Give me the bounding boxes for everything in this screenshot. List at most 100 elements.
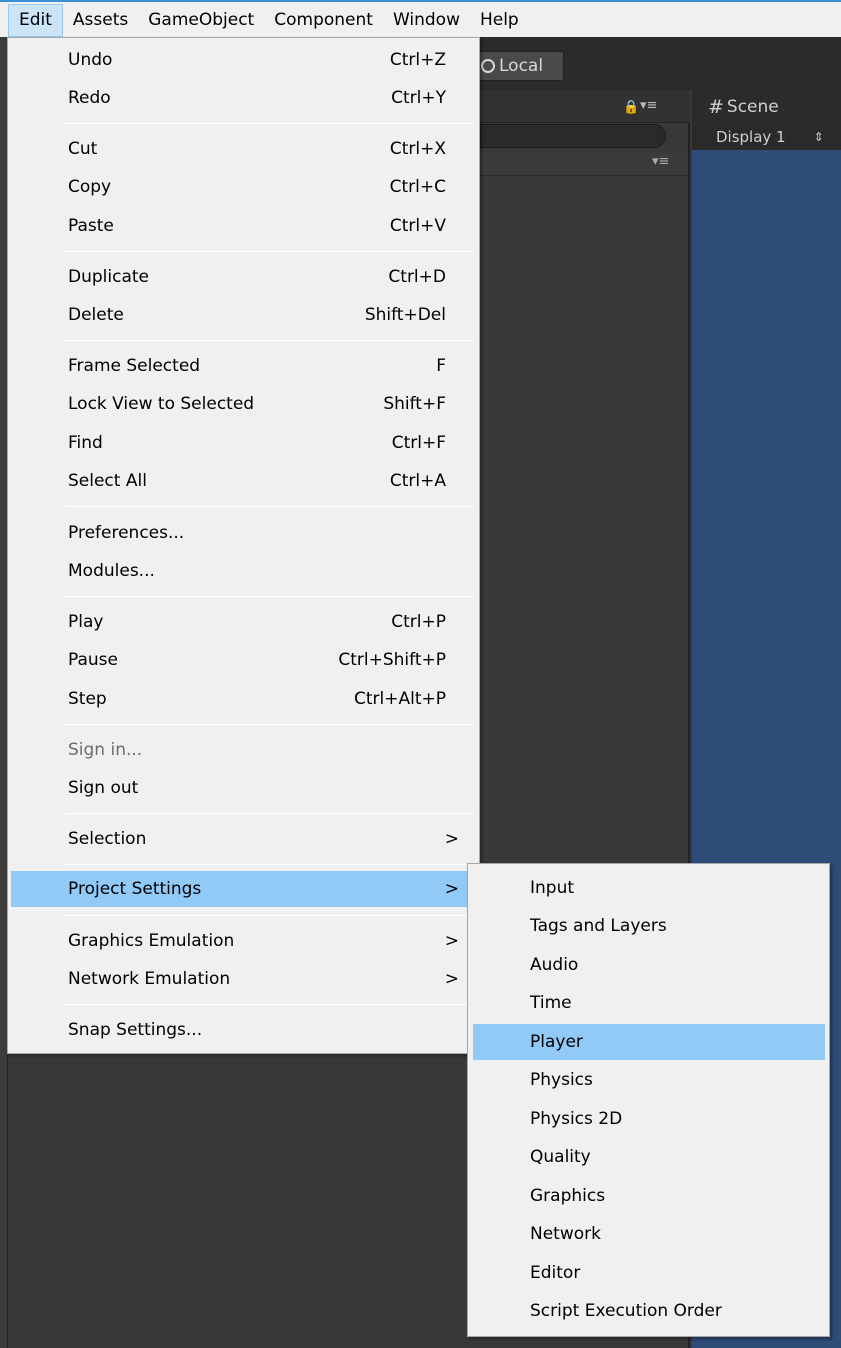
menu-item-snap-settings[interactable]: Snap Settings... — [11, 1012, 476, 1048]
submenu-item-label: Audio — [530, 955, 579, 975]
menu-item-label: Sign in... — [68, 740, 143, 760]
local-label: Local — [499, 56, 544, 76]
submenu-item-player[interactable]: Player — [473, 1024, 825, 1060]
submenu-item-editor[interactable]: Editor — [473, 1255, 825, 1291]
menu-item-label: Frame Selected — [68, 356, 201, 376]
menu-item-shortcut: Ctrl+X — [389, 139, 446, 159]
display-label: Display 1 — [716, 128, 786, 146]
menu-item-label: Step — [68, 689, 107, 709]
scene-grid-icon: # — [708, 96, 724, 118]
submenu-item-physics[interactable]: Physics — [473, 1062, 825, 1098]
submenu-item-script-execution-order[interactable]: Script Execution Order — [473, 1293, 825, 1329]
submenu-item-label: Editor — [530, 1263, 581, 1283]
menu-item-frame-selected[interactable]: Frame Selected F — [11, 348, 476, 384]
menu-item-project-settings[interactable]: Project Settings > — [11, 871, 476, 907]
menu-separator — [65, 123, 473, 124]
chevron-right-icon: > — [444, 879, 459, 899]
menu-item-label: Network Emulation — [68, 969, 231, 989]
submenu-item-tags-and-layers[interactable]: Tags and Layers — [473, 908, 825, 944]
menu-item-redo[interactable]: Redo Ctrl+Y — [11, 80, 476, 116]
panel-options-icon[interactable]: ▾≡ — [640, 98, 657, 113]
submenu-item-label: Network — [530, 1224, 601, 1244]
menu-item-shortcut: Ctrl+D — [388, 267, 446, 287]
menu-item-network-emulation[interactable]: Network Emulation > — [11, 961, 476, 997]
display-dropdown[interactable]: Display 1 ⇕ — [692, 124, 841, 150]
menu-item-label: Sign out — [68, 778, 139, 798]
menu-separator — [65, 340, 473, 341]
menu-separator — [65, 915, 473, 916]
menu-item-label: Redo — [68, 88, 111, 108]
dropdown-arrows-icon: ⇕ — [813, 130, 824, 144]
chevron-right-icon: > — [444, 969, 459, 989]
menu-item-select-all[interactable]: Select All Ctrl+A — [11, 463, 476, 499]
menu-item-delete[interactable]: Delete Shift+Del — [11, 297, 476, 333]
menu-item-label: Cut — [68, 139, 98, 159]
menu-item-selection[interactable]: Selection > — [11, 821, 476, 857]
submenu-item-quality[interactable]: Quality — [473, 1139, 825, 1175]
gear-icon — [481, 59, 495, 73]
menu-item-label: Delete — [68, 305, 124, 325]
project-settings-submenu: Input Tags and Layers Audio Time Player … — [467, 863, 830, 1337]
menu-separator — [65, 864, 473, 865]
menu-item-label: Preferences... — [68, 523, 185, 543]
menu-item-label: Play — [68, 612, 104, 632]
submenu-item-label: Script Execution Order — [530, 1301, 722, 1321]
menu-item-pause[interactable]: Pause Ctrl+Shift+P — [11, 642, 476, 678]
submenu-item-label: Physics 2D — [530, 1109, 623, 1129]
menu-item-shortcut: Ctrl+Alt+P — [353, 689, 446, 709]
menu-item-shortcut: Ctrl+Z — [389, 50, 446, 70]
submenu-item-audio[interactable]: Audio — [473, 947, 825, 983]
menu-help[interactable]: Help — [470, 3, 529, 36]
pivot-local-button[interactable]: Local — [474, 51, 564, 81]
menu-item-sign-in: Sign in... — [11, 732, 476, 768]
submenu-item-graphics[interactable]: Graphics — [473, 1178, 825, 1214]
menu-item-step[interactable]: Step Ctrl+Alt+P — [11, 681, 476, 717]
menu-item-duplicate[interactable]: Duplicate Ctrl+D — [11, 259, 476, 295]
menu-item-shortcut: Ctrl+Y — [391, 88, 446, 108]
menu-edit[interactable]: Edit — [8, 3, 63, 37]
menu-assets[interactable]: Assets — [63, 3, 138, 36]
menu-item-shortcut: Shift+Del — [364, 305, 446, 325]
menu-item-label: Lock View to Selected — [68, 394, 255, 414]
menu-item-cut[interactable]: Cut Ctrl+X — [11, 131, 476, 167]
menu-item-copy[interactable]: Copy Ctrl+C — [11, 169, 476, 205]
menu-item-shortcut: Shift+F — [383, 394, 446, 414]
menu-item-label: Graphics Emulation — [68, 931, 235, 951]
menu-item-modules[interactable]: Modules... — [11, 553, 476, 589]
menu-item-paste[interactable]: Paste Ctrl+V — [11, 208, 476, 244]
menu-item-play[interactable]: Play Ctrl+P — [11, 604, 476, 640]
menu-separator — [65, 1004, 473, 1005]
submenu-item-physics-2d[interactable]: Physics 2D — [473, 1101, 825, 1137]
hierarchy-search-input[interactable] — [480, 124, 666, 148]
lock-icon[interactable]: 🔒 — [623, 100, 639, 115]
menu-separator — [65, 813, 473, 814]
menu-item-undo[interactable]: Undo Ctrl+Z — [11, 42, 476, 78]
submenu-item-label: Quality — [530, 1147, 591, 1167]
menu-item-label: Select All — [68, 471, 147, 491]
menu-window[interactable]: Window — [383, 3, 470, 36]
menu-item-shortcut: Ctrl+A — [389, 471, 446, 491]
menu-item-label: Find — [68, 433, 103, 453]
menu-item-preferences[interactable]: Preferences... — [11, 515, 476, 551]
chevron-right-icon: > — [444, 931, 459, 951]
menu-item-shortcut: Ctrl+Shift+P — [338, 650, 446, 670]
menu-item-graphics-emulation[interactable]: Graphics Emulation > — [11, 923, 476, 959]
menu-item-lock-view[interactable]: Lock View to Selected Shift+F — [11, 386, 476, 422]
submenu-item-label: Tags and Layers — [530, 916, 667, 936]
submenu-item-input[interactable]: Input — [473, 870, 825, 906]
scene-options-icon[interactable]: ▾≡ — [652, 154, 669, 169]
submenu-item-time[interactable]: Time — [473, 985, 825, 1021]
menu-item-shortcut: F — [436, 356, 446, 376]
submenu-item-label: Player — [530, 1032, 583, 1052]
menu-item-find[interactable]: Find Ctrl+F — [11, 425, 476, 461]
hierarchy-scene-row[interactable]: ▾≡ — [480, 152, 688, 176]
menu-item-shortcut: Ctrl+V — [389, 216, 446, 236]
menu-item-label: Copy — [68, 177, 112, 197]
menu-item-sign-out[interactable]: Sign out — [11, 770, 476, 806]
menu-component[interactable]: Component — [264, 3, 383, 36]
submenu-item-network[interactable]: Network — [473, 1216, 825, 1252]
menu-item-shortcut: Ctrl+F — [391, 433, 446, 453]
menu-gameobject[interactable]: GameObject — [138, 3, 264, 36]
tab-scene[interactable]: # Scene — [692, 90, 841, 124]
scene-tab-label: Scene — [726, 97, 779, 117]
